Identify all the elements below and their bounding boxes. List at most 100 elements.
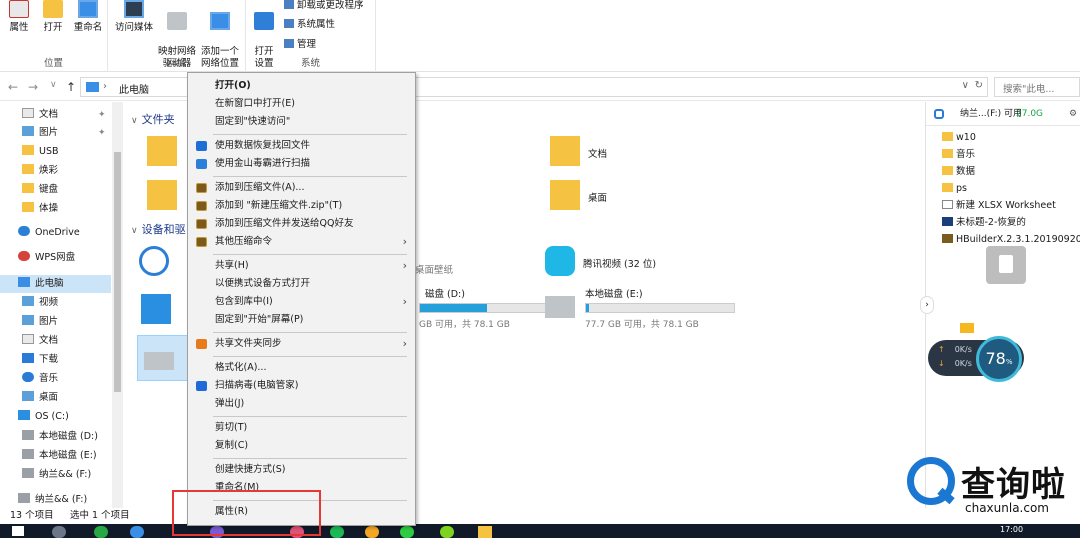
menu-cut[interactable]: 剪切(T) <box>188 419 415 437</box>
wechat-icon[interactable] <box>400 526 414 538</box>
side-panel-item[interactable]: 未标题-2-恢复的 <box>942 215 1026 231</box>
nav-item[interactable]: 本地磁盘 (E:) <box>22 447 97 465</box>
menu-portable-open[interactable]: 以便携式设备方式打开 <box>188 275 415 293</box>
side-panel-item[interactable]: 音乐 <box>942 147 975 163</box>
folder-icon <box>22 145 34 155</box>
menu-eject[interactable]: 弹出(J) <box>188 395 415 413</box>
nav-item[interactable]: 本地磁盘 (D:) <box>22 428 98 446</box>
side-panel-item[interactable]: w10 <box>942 130 976 146</box>
up-arrow-icon[interactable]: ↑ <box>66 80 76 94</box>
nav-item[interactable]: 下载 <box>22 351 58 369</box>
app-icon[interactable] <box>94 526 108 538</box>
menu-eject-label: 弹出(J) <box>215 398 245 409</box>
nav-item[interactable]: 体操 <box>22 200 58 218</box>
windows-start-icon[interactable] <box>12 526 24 536</box>
menu-separator <box>213 458 407 459</box>
menu-data-recovery[interactable]: 使用数据恢复找回文件 <box>188 137 415 155</box>
menu-pin-quick-access[interactable]: 固定到"快速访问" <box>188 113 415 131</box>
menu-open[interactable]: 打开(O) <box>188 77 415 95</box>
menu-add-archive[interactable]: 添加到压缩文件(A)... <box>188 179 415 197</box>
history-chevron-icon[interactable]: ∨ <box>50 80 57 90</box>
nav-item[interactable]: 键盘 <box>22 181 58 199</box>
menu-copy[interactable]: 复制(C) <box>188 437 415 455</box>
menu-share[interactable]: 共享(H) › <box>188 257 415 275</box>
nav-item[interactable]: 图片 <box>22 313 58 331</box>
rename-button[interactable]: 重命名 <box>70 0 106 34</box>
file-explorer-icon[interactable] <box>478 526 492 538</box>
drive-e-usage-bar <box>585 303 735 313</box>
nav-item[interactable]: 纳兰&& (F:) <box>22 466 91 484</box>
search-input[interactable]: 搜索"此电... <box>994 77 1080 97</box>
menu-open-new-window[interactable]: 在新窗口中打开(E) <box>188 95 415 113</box>
refresh-icon[interactable]: ↻ <box>975 80 983 91</box>
gear-icon[interactable]: ⚙ <box>1069 102 1077 126</box>
nav-item[interactable]: 图片 <box>22 124 58 142</box>
browser-icon[interactable] <box>130 526 144 538</box>
system-properties-button[interactable]: 系统属性 <box>284 16 335 30</box>
selected-drive-tile[interactable] <box>137 335 189 381</box>
group-system-label: 系统 <box>300 58 320 69</box>
menu-pin-start[interactable]: 固定到"开始"屏幕(P) <box>188 311 415 329</box>
nav-item[interactable]: 文档 <box>22 332 58 350</box>
nav-item[interactable]: 此电脑 <box>18 275 64 293</box>
menu-add-zip[interactable]: 添加到 "新建压缩文件.zip"(T) <box>188 197 415 215</box>
back-arrow-icon[interactable]: ← <box>8 80 18 94</box>
app-icon[interactable] <box>440 526 454 538</box>
nav-item[interactable]: 音乐 <box>22 370 58 388</box>
uninstall-button[interactable]: 卸载或更改程序 <box>284 0 364 11</box>
nav-item[interactable]: 纳兰&& (F:) <box>18 491 87 509</box>
app-icon[interactable] <box>330 526 344 538</box>
nav-scroll-thumb[interactable] <box>114 152 121 392</box>
magnifier-icon <box>907 457 955 505</box>
nav-item[interactable]: 桌面 <box>22 389 58 407</box>
nav-item[interactable]: OneDrive <box>18 224 80 242</box>
chevron-right-icon[interactable]: › <box>920 296 934 314</box>
open-button[interactable]: 打开 <box>40 0 66 34</box>
group-location-label: 位置 <box>43 58 63 69</box>
nav-item[interactable]: WPS网盘 <box>18 249 75 267</box>
xls-icon <box>942 200 953 209</box>
nav-item-label: OneDrive <box>35 227 80 238</box>
pic-icon <box>22 315 34 325</box>
side-panel-item[interactable]: 数据 <box>942 164 975 180</box>
nav-scrollbar[interactable] <box>112 102 123 508</box>
side-panel-item[interactable]: 新建 XLSX Worksheet <box>942 198 1056 214</box>
chevron-down-icon[interactable]: ∨ <box>962 80 969 91</box>
data-recovery-icon <box>196 141 207 151</box>
side-panel-item[interactable]: ps <box>942 181 967 197</box>
menu-separator <box>213 416 407 417</box>
drive-icon <box>22 468 34 478</box>
folders-section-label: 文件夹 <box>141 113 175 126</box>
menu-format[interactable]: 格式化(A)... <box>188 359 415 377</box>
nav-item[interactable]: USB <box>22 143 59 161</box>
menu-cut-label: 剪切(T) <box>215 422 248 433</box>
properties-button[interactable]: 属性 <box>6 0 32 34</box>
eject-usb-button[interactable] <box>986 246 1026 284</box>
zip-icon <box>942 234 953 243</box>
task-view-icon[interactable] <box>52 526 66 538</box>
menu-include-library[interactable]: 包含到库中(I) › <box>188 293 415 311</box>
memory-gauge[interactable]: 78% <box>976 336 1022 382</box>
nav-item-label: 文档 <box>39 335 59 346</box>
menu-scan-virus[interactable]: 扫描病毒(电脑管家) <box>188 377 415 395</box>
media-button[interactable]: 访问媒体 <box>114 0 154 34</box>
menu-jinshan-scan[interactable]: 使用金山毒霸进行扫描 <box>188 155 415 173</box>
path-separator-icon: › <box>103 81 107 92</box>
menu-share-sync[interactable]: 共享文件夹同步 › <box>188 335 415 353</box>
nav-item[interactable]: 焕彩 <box>22 162 58 180</box>
menu-create-shortcut[interactable]: 创建快捷方式(S) <box>188 461 415 479</box>
drive-d-title: 磁盘 (D:) <box>425 289 465 300</box>
menu-other-zip[interactable]: 其他压缩命令 › <box>188 233 415 251</box>
nav-item[interactable]: 文档 <box>22 106 58 124</box>
app-icon[interactable] <box>365 526 379 538</box>
menu-add-archive-qq[interactable]: 添加到压缩文件并发送给QQ好友 <box>188 215 415 233</box>
forward-arrow-icon[interactable]: → <box>28 80 38 94</box>
nav-item-label: 视频 <box>39 297 59 308</box>
folders-section-header[interactable]: ∨ 文件夹 <box>131 111 175 127</box>
manage-button[interactable]: 管理 <box>284 36 316 50</box>
context-menu: 打开(O) 在新窗口中打开(E) 固定到"快速访问" 使用数据恢复找回文件 使用… <box>187 72 416 526</box>
nav-item[interactable]: 视频 <box>22 294 58 312</box>
chevron-down-icon: ∨ <box>131 116 138 126</box>
nav-item[interactable]: OS (C:) <box>18 408 69 426</box>
devices-section-header[interactable]: ∨ 设备和驱 <box>131 221 186 237</box>
